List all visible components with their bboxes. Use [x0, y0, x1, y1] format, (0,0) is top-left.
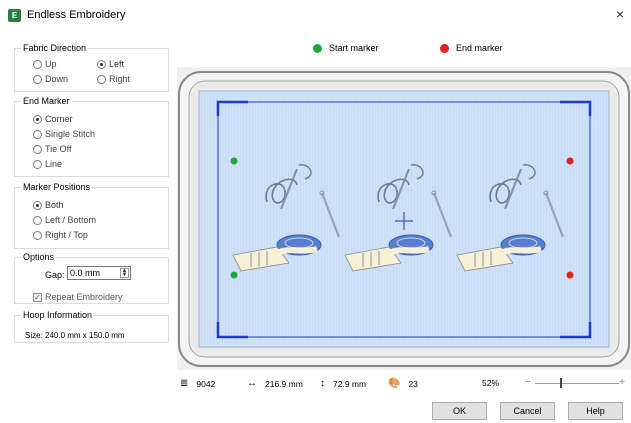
- radio-right[interactable]: Right: [97, 74, 130, 84]
- hoop-info-group: Hoop Information Size: 240.0 mm x 150.0 …: [14, 310, 169, 343]
- zoom-thumb[interactable]: [560, 378, 563, 388]
- end-marker-group: End Marker Corner Single Stitch Tie Off …: [14, 96, 169, 177]
- fabric-direction-group: Fabric Direction Up Left Down Right: [14, 43, 169, 92]
- radio-icon: [33, 230, 42, 240]
- color-count: 🎨 23: [388, 378, 418, 389]
- zoom-plus-icon[interactable]: +: [619, 377, 625, 388]
- radio-up[interactable]: Up: [33, 59, 57, 69]
- radio-right-top[interactable]: Right / Top: [33, 230, 88, 240]
- design-width: ↔ 216.9 mm: [247, 378, 303, 389]
- fabric-direction-label: Fabric Direction: [21, 43, 89, 53]
- spin-updown-icon[interactable]: ▲ ▼: [120, 268, 129, 278]
- radio-icon: [33, 159, 42, 169]
- close-icon[interactable]: ×: [613, 6, 627, 22]
- radio-corner[interactable]: Corner: [33, 114, 73, 124]
- radio-icon: [33, 215, 42, 225]
- palette-icon: 🎨: [388, 378, 401, 389]
- hoop-size: Size: 240.0 mm x 150.0 mm: [25, 331, 125, 340]
- radio-icon: [33, 74, 42, 84]
- radio-icon: [33, 59, 42, 69]
- radio-single-stitch[interactable]: Single Stitch: [33, 129, 95, 139]
- gap-input[interactable]: 0.0 mm ▲ ▼: [67, 266, 131, 280]
- radio-left-bottom[interactable]: Left / Bottom: [33, 215, 96, 225]
- start-marker-legend: Start marker: [313, 43, 379, 53]
- radio-both[interactable]: Both: [33, 200, 64, 210]
- radio-icon: [33, 200, 42, 210]
- zoom-track: [535, 383, 619, 384]
- title-bar: E Endless Embroidery ×: [0, 0, 631, 30]
- repeat-embroidery-label: Repeat Embroidery: [45, 292, 123, 302]
- zoom-minus-icon[interactable]: −: [525, 377, 531, 388]
- red-dot-icon: [440, 43, 449, 53]
- zoom-level: 52%: [482, 378, 500, 388]
- radio-line[interactable]: Line: [33, 159, 62, 169]
- design-height: ↕ 72.9 mm: [320, 378, 367, 389]
- gap-value: 0.0 mm: [70, 268, 101, 278]
- app-icon: E: [8, 9, 21, 22]
- radio-icon: [33, 114, 42, 124]
- end-marker-top: [566, 157, 574, 165]
- end-marker-bottom: [566, 271, 574, 279]
- radio-left[interactable]: Left: [97, 59, 124, 69]
- radio-icon: [97, 74, 106, 84]
- hoop-preview-svg: [178, 71, 630, 367]
- end-marker-label: End Marker: [21, 96, 72, 106]
- end-marker-legend: End marker: [440, 43, 503, 53]
- options-label: Options: [21, 252, 57, 262]
- radio-down[interactable]: Down: [33, 74, 68, 84]
- radio-icon: [97, 59, 106, 69]
- green-dot-icon: [313, 43, 322, 53]
- radio-tie-off[interactable]: Tie Off: [33, 144, 72, 154]
- radio-icon: [33, 129, 42, 139]
- repeat-embroidery-checkbox[interactable]: ✓ Repeat Embroidery: [33, 292, 123, 302]
- start-marker-bottom: [230, 271, 238, 279]
- hoop-info-label: Hoop Information: [21, 310, 95, 320]
- stitches-icon: ≣: [180, 378, 189, 389]
- ok-button[interactable]: OK: [432, 402, 487, 420]
- help-button[interactable]: Help: [568, 402, 623, 420]
- marker-positions-label: Marker Positions: [21, 182, 93, 192]
- height-arrow-icon: ↕: [320, 378, 325, 389]
- options-group: Options Gap: 0.0 mm ▲ ▼ ✓ Repeat Embroide…: [14, 252, 169, 304]
- cancel-button[interactable]: Cancel: [500, 402, 555, 420]
- stitch-count: ≣ 9042: [180, 378, 216, 389]
- width-arrow-icon: ↔: [247, 378, 257, 389]
- zoom-slider[interactable]: − +: [525, 377, 625, 388]
- radio-icon: [33, 144, 42, 154]
- gap-label: Gap:: [45, 270, 65, 280]
- checkmark-icon: ✓: [33, 292, 42, 302]
- hoop-preview[interactable]: [177, 67, 631, 370]
- marker-positions-group: Marker Positions Both Left / Bottom Righ…: [14, 182, 169, 249]
- start-marker-top: [230, 157, 238, 165]
- window-title: Endless Embroidery: [27, 9, 126, 21]
